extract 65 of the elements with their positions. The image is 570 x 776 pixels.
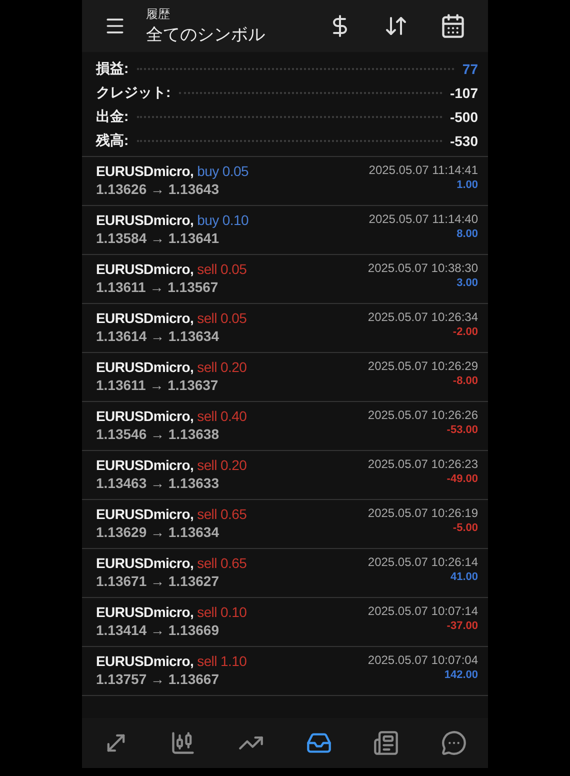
deal-profit: -37.00: [446, 620, 478, 632]
deal-title: EURUSDmicro, buy 0.05: [96, 163, 248, 179]
deal-row[interactable]: EURUSDmicro, sell 0.05 1.13614 → 1.13634 2025.05.07 10:26:34 -2.00: [82, 304, 488, 353]
deal-title: EURUSDmicro, sell 0.40: [96, 408, 247, 424]
deal-profit: -5.00: [452, 522, 478, 534]
deal-profit: 142.00: [444, 669, 478, 681]
deal-time: 2025.05.07 10:26:26: [368, 408, 478, 422]
deal-time: 2025.05.07 10:38:30: [368, 261, 478, 275]
deal-prices: 1.13463 → 1.13633: [96, 475, 219, 491]
deal-row[interactable]: EURUSDmicro, sell 0.20 1.13611 → 1.13637 2025.05.07 10:26:29 -8.00: [82, 353, 488, 402]
deal-row[interactable]: EURUSDmicro, buy 0.05 1.13626 → 1.13643 2025.05.07 11:14:41 1.00: [82, 157, 488, 206]
summary-value: -530: [450, 133, 478, 149]
deal-title: EURUSDmicro, sell 0.10: [96, 604, 247, 620]
deal-time: 2025.05.07 10:26:14: [368, 555, 478, 569]
deal-time: 2025.05.07 10:07:04: [368, 653, 478, 667]
deal-time: 2025.05.07 10:26:34: [368, 310, 478, 324]
summary-value: 77: [462, 61, 478, 77]
deal-profit: 3.00: [456, 277, 478, 289]
deal-prices: 1.13629 → 1.13634: [96, 524, 219, 540]
deal-prices: 1.13626 → 1.13643: [96, 181, 219, 197]
deal-time: 2025.05.07 10:26:19: [368, 506, 478, 520]
screen-subtitle: 履歴: [146, 6, 171, 23]
deal-profit: 1.00: [456, 179, 478, 191]
deal-prices: 1.13671 → 1.13627: [96, 573, 219, 589]
deal-prices: 1.13611 → 1.13637: [96, 377, 218, 393]
deal-title: EURUSDmicro, sell 1.10: [96, 653, 247, 669]
deal-profit: 41.00: [450, 571, 478, 583]
summary-label: 残高:: [96, 132, 129, 150]
deal-prices: 1.13757 → 1.13667: [96, 671, 219, 687]
deal-title: EURUSDmicro, sell 0.05: [96, 310, 247, 326]
deal-profit: -8.00: [452, 375, 478, 387]
deal-prices: 1.13414 → 1.13669: [96, 622, 219, 638]
deal-title: EURUSDmicro, sell 0.20: [96, 359, 247, 375]
screen-title: 全てのシンボル: [146, 24, 266, 46]
deal-prices: 1.13584 → 1.13641: [96, 230, 219, 246]
deal-profit: -49.00: [446, 473, 478, 485]
deal-profit: -53.00: [446, 424, 478, 436]
deal-row[interactable]: EURUSDmicro, sell 0.65 1.13671 → 1.13627 2025.05.07 10:26:14 41.00: [82, 549, 488, 598]
deal-row[interactable]: EURUSDmicro, sell 0.05 1.13611 → 1.13567 2025.05.07 10:38:30 3.00: [82, 255, 488, 304]
summary-value: -107: [450, 85, 478, 101]
summary-label: クレジット:: [96, 84, 171, 102]
deal-time: 2025.05.07 10:07:14: [368, 604, 478, 618]
deal-title: EURUSDmicro, sell 0.65: [96, 555, 247, 571]
deal-row[interactable]: EURUSDmicro, sell 0.65 1.13629 → 1.13634 2025.05.07 10:26:19 -5.00: [82, 500, 488, 549]
deal-row[interactable]: EURUSDmicro, sell 0.40 1.13546 → 1.13638 2025.05.07 10:26:26 -53.00: [82, 402, 488, 451]
deal-prices: 1.13546 → 1.13638: [96, 426, 219, 442]
deal-time: 2025.05.07 10:26:23: [368, 457, 478, 471]
deal-row[interactable]: EURUSDmicro, sell 0.20 1.13463 → 1.13633 2025.05.07 10:26:23 -49.00: [82, 451, 488, 500]
deal-prices: 1.13614 → 1.13634: [96, 328, 219, 344]
summary-label: 出金:: [96, 108, 129, 126]
deal-row[interactable]: EURUSDmicro, buy 0.10 1.13584 → 1.13641 2025.05.07 11:14:40 8.00: [82, 206, 488, 255]
deal-title: EURUSDmicro, sell 0.20: [96, 457, 247, 473]
deal-time: 2025.05.07 11:14:41: [368, 163, 478, 177]
summary-value: -500: [450, 109, 478, 125]
deal-title: EURUSDmicro, buy 0.10: [96, 212, 248, 228]
deal-profit: -2.00: [452, 326, 478, 338]
deal-row[interactable]: EURUSDmicro, sell 0.10 1.13414 → 1.13669 2025.05.07 10:07:14 -37.00: [82, 598, 488, 647]
deal-row[interactable]: EURUSDmicro, sell 1.10 1.13757 → 1.13667 2025.05.07 10:07:04 142.00: [82, 647, 488, 696]
deal-title: EURUSDmicro, sell 0.65: [96, 506, 247, 522]
deal-title: EURUSDmicro, sell 0.05: [96, 261, 247, 277]
deal-prices: 1.13611 → 1.13567: [96, 279, 218, 295]
deal-profit: 8.00: [456, 228, 478, 240]
deal-time: 2025.05.07 11:14:40: [368, 212, 478, 226]
summary-label: 損益:: [96, 60, 129, 78]
deal-time: 2025.05.07 10:26:29: [368, 359, 478, 373]
